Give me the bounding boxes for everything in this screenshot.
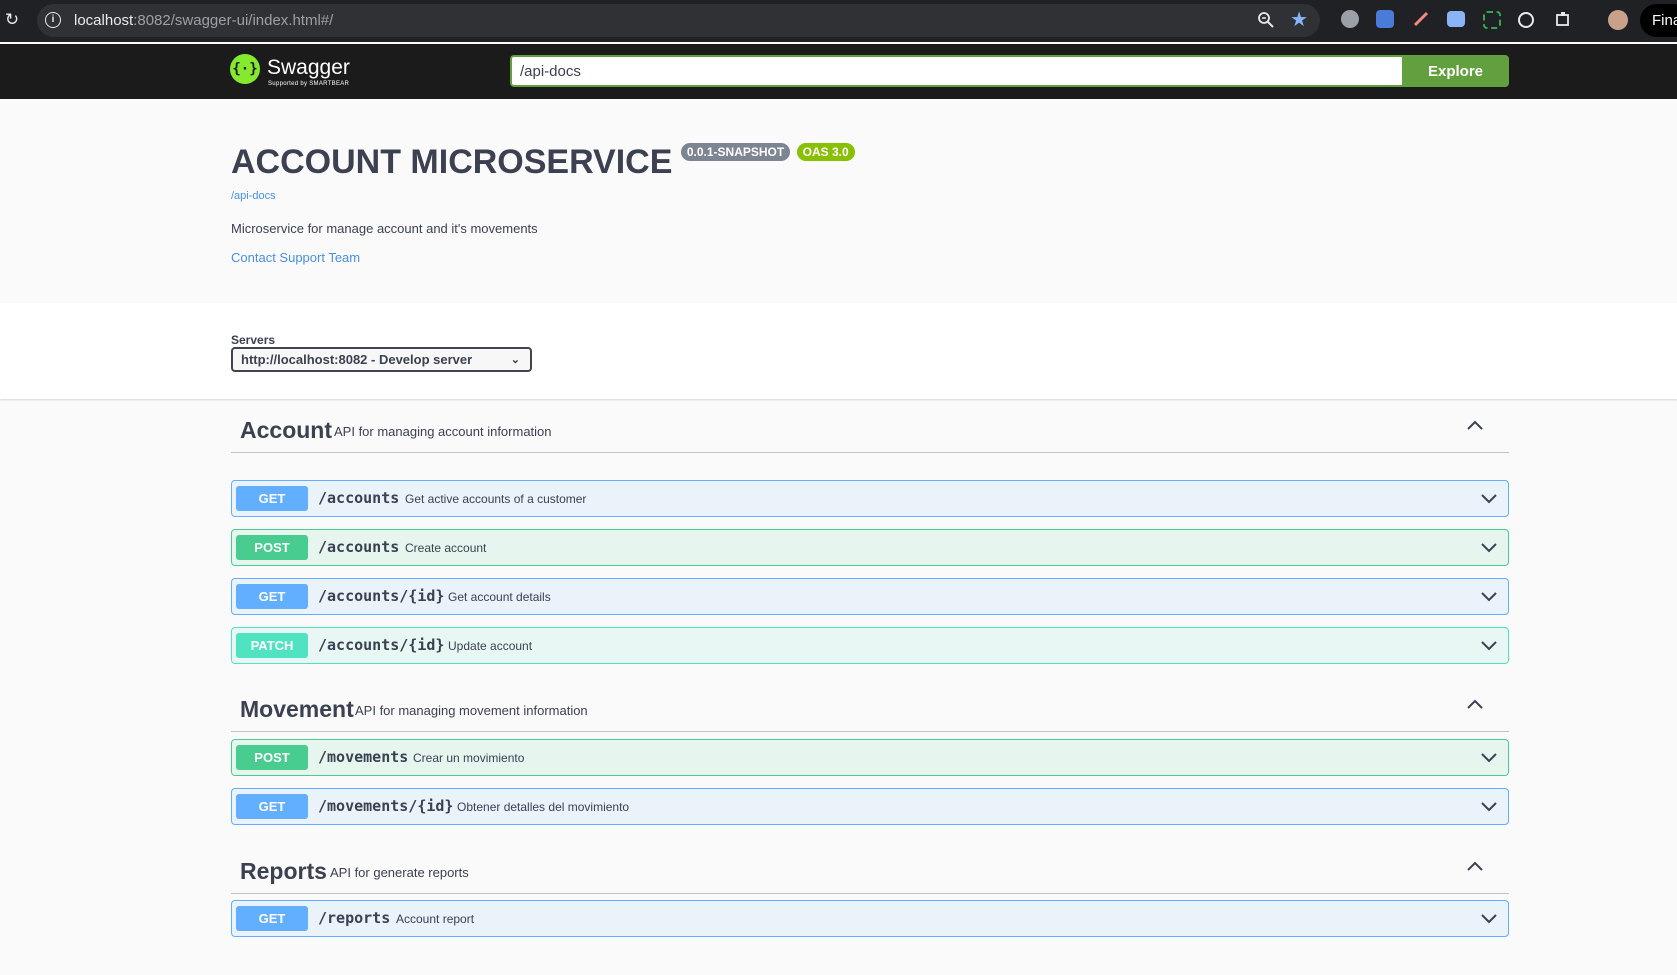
operation-path: /accounts/{id}	[318, 636, 445, 654]
pen-extension-icon[interactable]	[1412, 10, 1430, 28]
w-extension-icon[interactable]	[1518, 12, 1534, 28]
operation-get-account-by-id[interactable]: GET /accounts/{id} Get account details	[231, 578, 1509, 615]
api-info: ACCOUNT MICROSERVICE 0.0.1-SNAPSHOT OAS …	[231, 138, 1131, 265]
method-badge: GET	[236, 906, 308, 931]
tag-name: Reports	[240, 858, 327, 884]
operation-get-movement-by-id[interactable]: GET /movements/{id} Obtener detalles del…	[231, 788, 1509, 825]
chevron-down-icon[interactable]	[1480, 636, 1498, 654]
method-badge: GET	[236, 584, 308, 609]
method-badge: POST	[236, 745, 308, 770]
tag-description: API for managing account information	[334, 424, 552, 439]
operation-summary: Obtener detalles del movimiento	[457, 800, 630, 814]
swagger-topbar: {·} Swagger Supported by SMARTBEAR Explo…	[0, 44, 1677, 99]
operation-path: /movements/{id}	[318, 797, 454, 815]
chevron-up-icon[interactable]	[1465, 695, 1485, 715]
operation-post-accounts[interactable]: POST /accounts Create account	[231, 529, 1509, 566]
browser-toolbar: ↻ i localhost:8082/swagger-ui/index.html…	[0, 0, 1677, 42]
method-badge: GET	[236, 794, 308, 819]
api-docs-link[interactable]: /api-docs	[231, 190, 1131, 202]
operation-summary: Crear un movimiento	[413, 751, 525, 765]
operation-path: /movements	[318, 748, 409, 766]
capture-extension-icon[interactable]	[1483, 11, 1501, 29]
chevron-down-icon[interactable]	[1480, 538, 1498, 556]
contact-link[interactable]: Contact Support Team	[231, 250, 1131, 265]
bookmark-star-icon[interactable]: ★	[1290, 9, 1308, 31]
api-description: Microservice for manage account and it's…	[231, 221, 538, 236]
method-badge: POST	[236, 535, 308, 560]
chevron-down-icon[interactable]	[1480, 587, 1498, 605]
tag-description: API for generate reports	[330, 865, 469, 880]
spec-url-input[interactable]	[510, 55, 1402, 87]
profile-avatar[interactable]	[1608, 10, 1628, 30]
tag-name: Account	[240, 417, 332, 443]
chevron-up-icon[interactable]	[1465, 857, 1485, 877]
tag-header-movement[interactable]: Movement API for managing movement infor…	[231, 683, 1509, 732]
chevron-down-icon[interactable]	[1480, 797, 1498, 815]
operation-summary: Get account details	[448, 590, 551, 604]
url-path: :8082/swagger-ui/index.html#/	[133, 12, 334, 29]
tag-header-reports[interactable]: Reports API for generate reports	[231, 845, 1509, 894]
swagger-logo-text: Swagger	[267, 56, 350, 79]
operation-summary: Create account	[405, 541, 487, 555]
translate-extension-icon[interactable]	[1376, 10, 1394, 28]
operation-summary: Account report	[396, 912, 475, 926]
operation-patch-account-by-id[interactable]: PATCH /accounts/{id} Update account	[231, 627, 1509, 664]
servers-label: Servers	[231, 333, 276, 347]
servers-select[interactable]: http://localhost:8082 - Develop server ⌄	[231, 347, 532, 372]
tag-header-account[interactable]: Account API for managing account informa…	[231, 404, 1509, 453]
extension-owl-icon[interactable]	[1341, 10, 1359, 28]
operation-post-movements[interactable]: POST /movements Crear un movimiento	[231, 739, 1509, 776]
chevron-up-icon[interactable]	[1465, 416, 1485, 436]
explore-button[interactable]: Explore	[1402, 55, 1509, 87]
reload-icon[interactable]: ↻	[2, 10, 22, 30]
chevron-down-icon[interactable]	[1480, 748, 1498, 766]
swagger-logo-icon: {·}	[230, 54, 260, 84]
operation-path: /reports	[318, 909, 391, 927]
operation-path: /accounts	[318, 538, 400, 556]
site-info-icon[interactable]: i	[45, 12, 61, 28]
swagger-logo-subtitle: Supported by SMARTBEAR	[268, 81, 350, 87]
servers-selected-value: http://localhost:8082 - Develop server	[241, 352, 473, 367]
operation-get-accounts[interactable]: GET /accounts Get active accounts of a c…	[231, 480, 1509, 517]
tag-name: Movement	[240, 696, 354, 722]
operation-path: /accounts/{id}	[318, 587, 445, 605]
url-host: localhost	[74, 12, 134, 29]
servers-section: Servers http://localhost:8082 - Develop …	[0, 303, 1677, 399]
swagger-logo[interactable]: {·} Swagger Supported by SMARTBEAR	[230, 54, 370, 90]
api-title: ACCOUNT MICROSERVICE	[231, 143, 673, 181]
operation-path: /accounts	[318, 489, 400, 507]
screenshot-extension-icon[interactable]	[1447, 11, 1465, 27]
chevron-down-icon[interactable]	[1480, 489, 1498, 507]
extensions-puzzle-icon[interactable]	[1554, 10, 1572, 28]
operation-summary: Get active accounts of a customer	[405, 492, 587, 506]
address-bar[interactable]: i localhost:8082/swagger-ui/index.html#/…	[37, 4, 1320, 37]
tag-description: API for managing movement information	[355, 703, 588, 718]
method-badge: GET	[236, 486, 308, 511]
oas-badge: OAS 3.0	[796, 143, 855, 161]
chevron-down-icon[interactable]	[1480, 909, 1498, 927]
operation-get-reports[interactable]: GET /reports Account report	[231, 900, 1509, 937]
profile-button[interactable]: Fina	[1640, 4, 1677, 37]
method-badge: PATCH	[236, 633, 308, 658]
operation-summary: Update account	[448, 639, 533, 653]
version-badge: 0.0.1-SNAPSHOT	[680, 143, 791, 161]
zoom-icon[interactable]	[1256, 10, 1276, 30]
address-url[interactable]: localhost:8082/swagger-ui/index.html#/	[74, 12, 333, 29]
chevron-down-icon: ⌄	[510, 354, 520, 366]
